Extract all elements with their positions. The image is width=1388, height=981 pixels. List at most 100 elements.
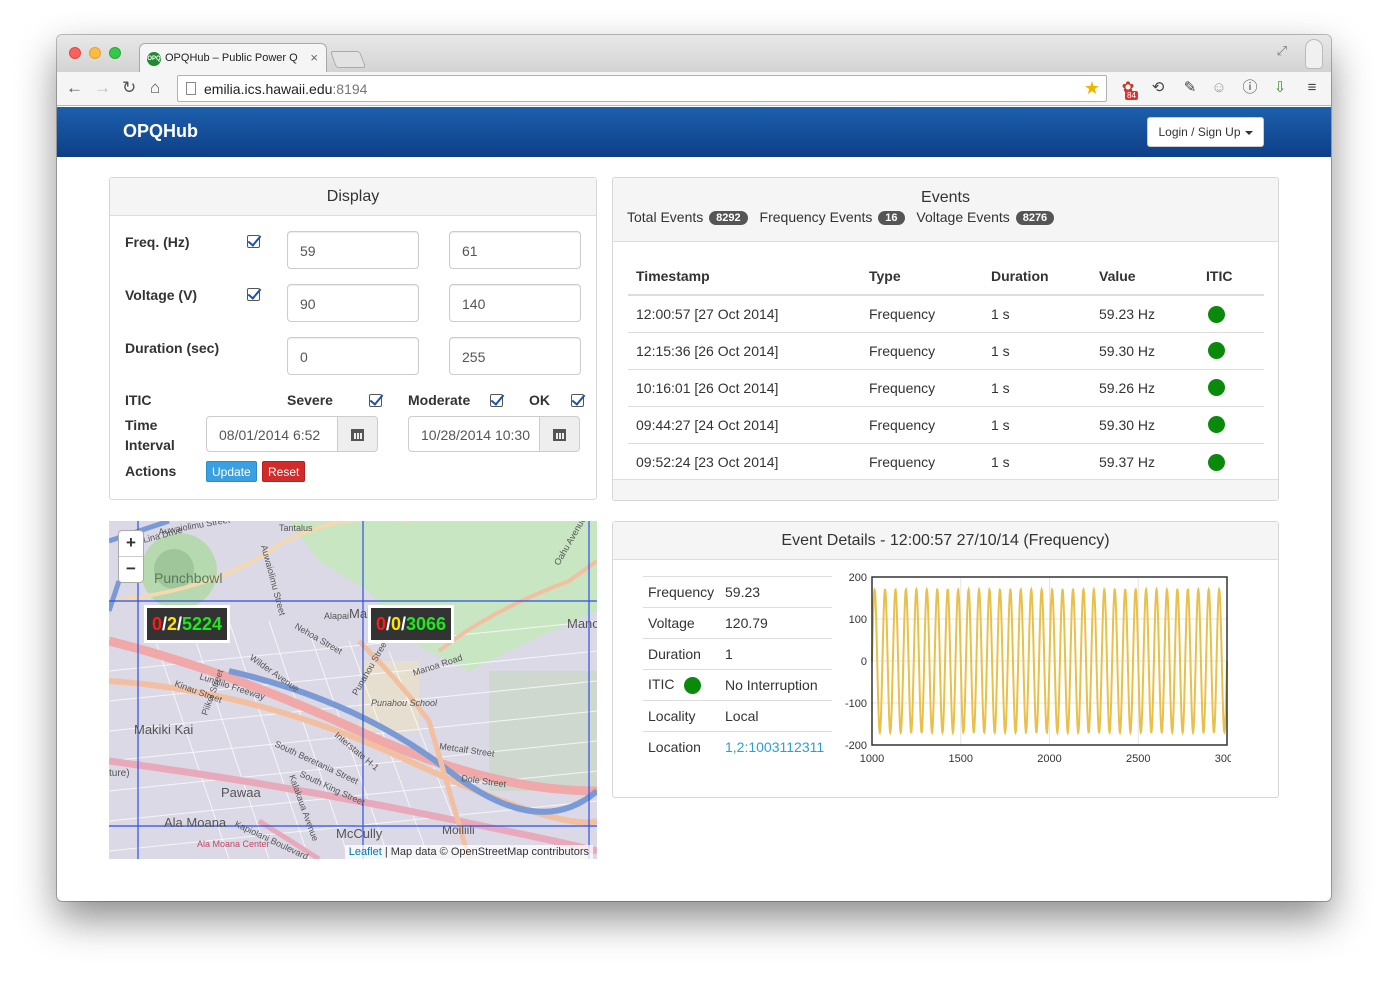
new-tab-button[interactable]: [329, 51, 367, 68]
detail-row: Voltage 120.79: [643, 607, 832, 639]
col-duration[interactable]: Duration: [983, 258, 1091, 296]
end-calendar-button[interactable]: [540, 416, 580, 452]
zoom-in-button[interactable]: +: [119, 531, 143, 557]
actions-label: Actions: [125, 463, 177, 479]
start-date-input[interactable]: 08/01/2014 6:52: [206, 416, 338, 452]
detail-key: Frequency: [643, 576, 720, 608]
login-label: Login / Sign Up: [1158, 125, 1241, 139]
update-button[interactable]: Update: [206, 461, 257, 482]
duration-max-input[interactable]: 255: [449, 337, 581, 375]
total-events-badge: 8292: [709, 211, 748, 225]
map-label: Punahou School: [371, 698, 438, 708]
brand-logo[interactable]: OPQHub: [123, 121, 198, 142]
minimize-window-button[interactable]: [89, 47, 101, 59]
event-value: 59.30 Hz: [1091, 405, 1198, 443]
event-row[interactable]: 09:52:24 [23 Oct 2014] Frequency 1 s 59.…: [628, 442, 1264, 480]
map-cluster-marker[interactable]: 0/2/5224: [144, 605, 230, 643]
end-date-input[interactable]: 10/28/2014 10:30: [408, 416, 540, 452]
fullscreen-icon[interactable]: ⤢: [1277, 43, 1287, 59]
login-signup-button[interactable]: Login / Sign Up: [1147, 117, 1264, 147]
events-stats: Total Events 8292 Frequency Events 16 Vo…: [627, 209, 1062, 225]
x-tick-label: 3000: [1215, 753, 1231, 765]
info-extension-icon[interactable]: ⓘ: [1241, 79, 1259, 97]
event-row[interactable]: 12:00:57 [27 Oct 2014] Frequency 1 s 59.…: [628, 294, 1264, 332]
itic-key-label: ITIC: [648, 676, 675, 693]
app-navbar: OPQHub Login / Sign Up: [57, 107, 1331, 157]
cluster-moderate-count: 0: [390, 614, 401, 634]
ok-checkbox[interactable]: [571, 394, 584, 407]
map-label: Alapai: [324, 611, 349, 621]
voltage-max-input[interactable]: 140: [449, 284, 581, 322]
x-tick-label: 1000: [860, 753, 884, 765]
event-map[interactable]: Punchbowl Makiki Makiki Kai Pawaa Ala Mo…: [109, 521, 597, 859]
severe-checkbox[interactable]: [369, 394, 382, 407]
duration-min-input[interactable]: 0: [287, 337, 419, 375]
freq-min-input[interactable]: 59: [287, 231, 419, 269]
start-calendar-button[interactable]: [338, 416, 378, 452]
zoom-window-button[interactable]: [109, 47, 121, 59]
eyedropper-extension-icon[interactable]: ✎: [1181, 79, 1199, 97]
col-type[interactable]: Type: [861, 258, 983, 296]
col-itic[interactable]: ITIC: [1198, 258, 1264, 296]
attribution-text: | Map data © OpenStreetMap contributors: [381, 846, 589, 858]
home-icon[interactable]: ⌂: [150, 78, 160, 98]
download-extension-icon[interactable]: ⇩: [1271, 79, 1289, 97]
reload-icon[interactable]: ↻: [122, 78, 136, 98]
voltage-label: Voltage (V): [125, 287, 198, 303]
total-events-label: Total Events: [627, 209, 704, 225]
events-table: Timestamp Type Duration Value ITIC 12:00…: [628, 258, 1264, 480]
reset-button[interactable]: Reset: [262, 461, 306, 482]
close-window-button[interactable]: [69, 47, 81, 59]
detail-value: 1: [720, 638, 832, 670]
freq-max-input[interactable]: 61: [449, 231, 581, 269]
event-row[interactable]: 10:16:01 [26 Oct 2014] Frequency 1 s 59.…: [628, 368, 1264, 406]
event-value: 59.26 Hz: [1091, 368, 1198, 406]
calendar-icon: [553, 429, 566, 441]
y-tick-label: -200: [845, 740, 867, 752]
location-link[interactable]: 1,2:1003112311: [720, 731, 832, 763]
event-type: Frequency: [861, 405, 983, 443]
moderate-label: Moderate: [408, 392, 471, 408]
tab-strip: OPQ OPQHub – Public Power Q × ⤢: [57, 35, 1331, 72]
freq-checkbox[interactable]: [247, 235, 260, 248]
event-duration: 1 s: [983, 331, 1091, 369]
event-duration: 1 s: [983, 294, 1091, 332]
map-label: Moiliili: [442, 823, 475, 837]
zoom-out-button[interactable]: −: [119, 557, 143, 583]
tab-close-icon[interactable]: ×: [310, 50, 318, 65]
voltage-events-badge: 8276: [1015, 211, 1055, 225]
detail-row: Location 1,2:1003112311: [643, 731, 832, 763]
event-details-table: Frequency 59.23 Voltage 120.79 Duration …: [643, 576, 832, 763]
menu-icon[interactable]: ≡: [1303, 79, 1321, 97]
col-timestamp[interactable]: Timestamp: [628, 258, 861, 296]
col-value[interactable]: Value: [1091, 258, 1198, 296]
detail-row: Duration 1: [643, 638, 832, 670]
event-row[interactable]: 12:15:36 [26 Oct 2014] Frequency 1 s 59.…: [628, 331, 1264, 369]
frequency-events-badge: 16: [878, 211, 905, 225]
sync-extension-icon[interactable]: ⟲: [1149, 79, 1167, 97]
moderate-checkbox[interactable]: [490, 394, 503, 407]
itic-status-icon: [1208, 416, 1225, 434]
browser-tab[interactable]: OPQ OPQHub – Public Power Q ×: [139, 43, 327, 72]
itic-status-icon: [1208, 453, 1225, 471]
voltage-checkbox[interactable]: [247, 288, 260, 301]
bookmark-star-icon[interactable]: ★: [1084, 78, 1100, 99]
back-icon[interactable]: ←: [66, 78, 83, 98]
leaflet-link[interactable]: Leaflet: [349, 846, 382, 858]
detail-value: 120.79: [720, 607, 832, 639]
event-row[interactable]: 09:44:27 [24 Oct 2014] Frequency 1 s 59.…: [628, 405, 1264, 443]
itic-status-icon: [1208, 379, 1225, 397]
extension-badge: 84: [1125, 91, 1138, 100]
forward-icon[interactable]: →: [94, 78, 111, 98]
profile-icon[interactable]: [1305, 39, 1323, 69]
event-details-panel: Event Details - 12:00:57 27/10/14 (Frequ…: [612, 521, 1279, 798]
ghost-extension-icon[interactable]: ☺: [1210, 79, 1228, 97]
browser-toolbar: ← → ↻ ⌂ emilia.ics.hawaii.edu:8194 ★ ✿ 8…: [57, 72, 1331, 106]
map-label: Pawaa: [221, 785, 262, 800]
map-cluster-marker[interactable]: 0/0/3066: [368, 605, 454, 643]
cluster-moderate-count: 2: [166, 614, 177, 634]
voltage-min-input[interactable]: 90: [287, 284, 419, 322]
address-bar[interactable]: emilia.ics.hawaii.edu:8194 ★: [177, 75, 1107, 102]
cluster-severe-count: 0: [151, 614, 162, 634]
waveform-chart: 2001000-100-20010001500200025003000: [845, 572, 1231, 765]
